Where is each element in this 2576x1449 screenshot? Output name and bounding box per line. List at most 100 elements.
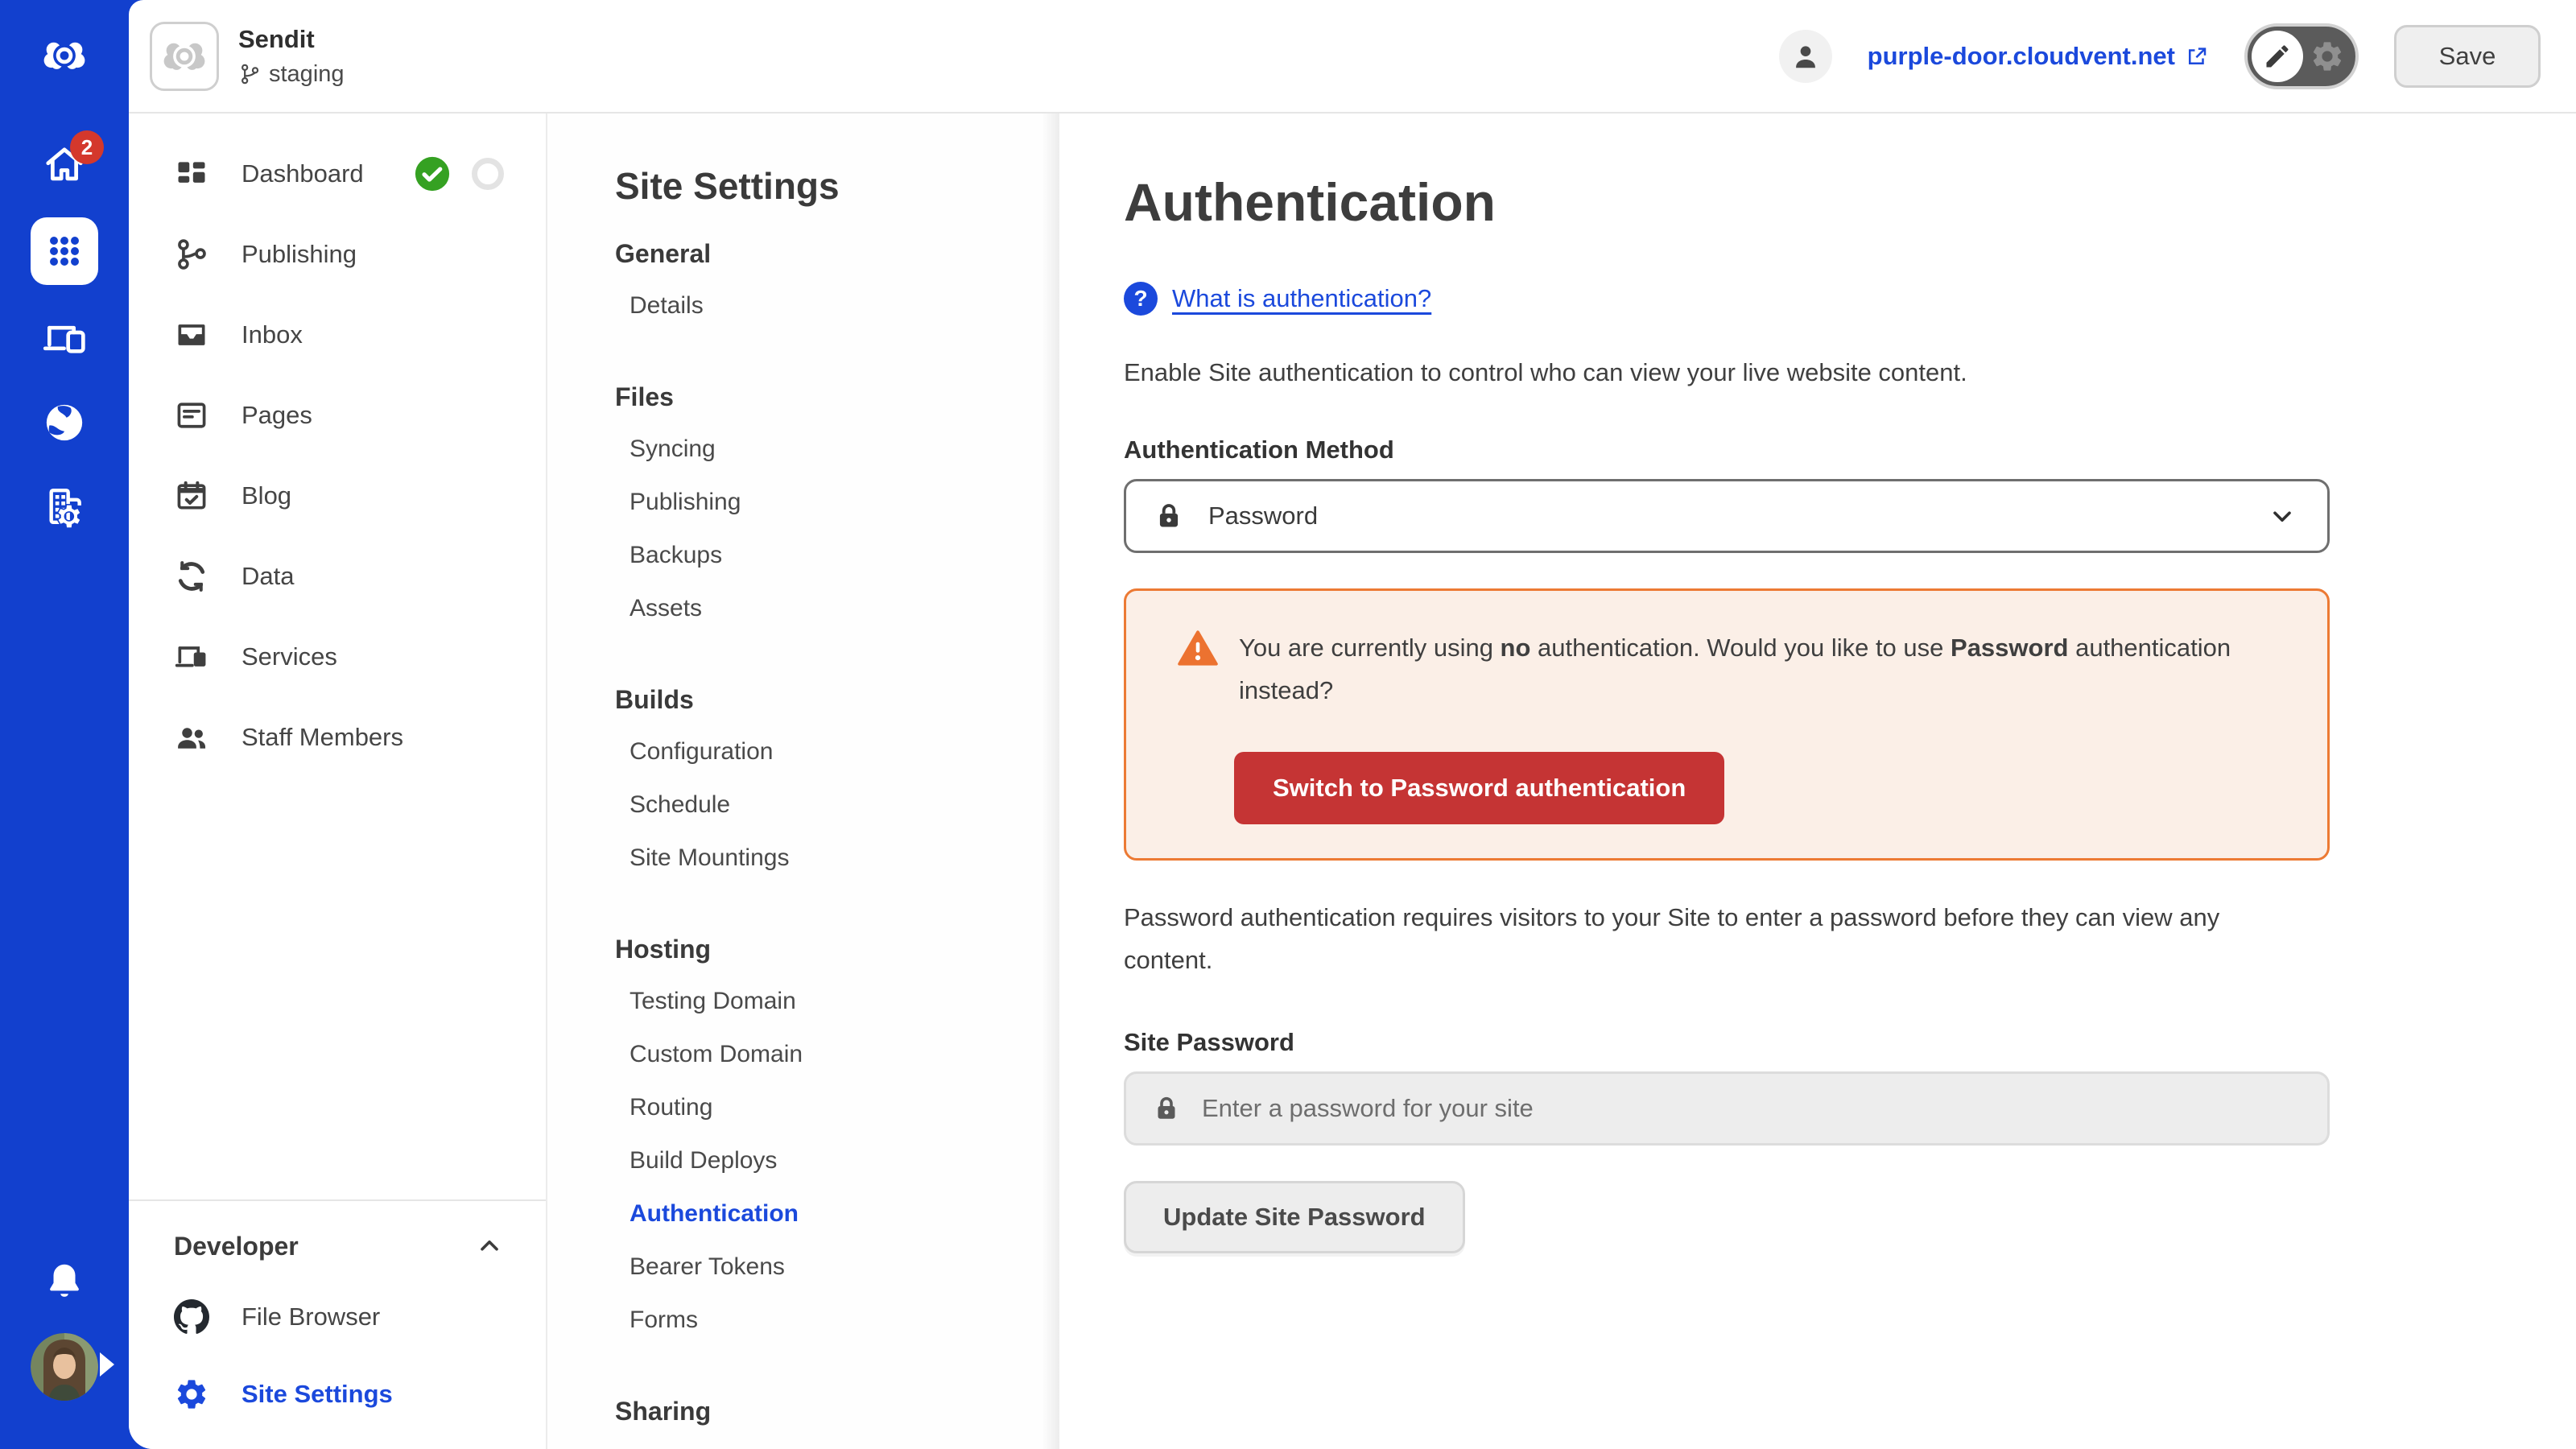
site-name: Sendit bbox=[238, 24, 315, 53]
notification-count-badge: 2 bbox=[70, 130, 104, 164]
build-status-group bbox=[414, 155, 504, 192]
settings-section-heading: Builds bbox=[615, 685, 694, 714]
question-circle-icon: ? bbox=[1124, 282, 1158, 316]
github-icon bbox=[174, 1299, 209, 1335]
authentication-method-select[interactable]: Password bbox=[1124, 479, 2330, 553]
settings-nav-item-forms[interactable]: Forms bbox=[615, 1294, 1027, 1347]
sidebar-item-label: Pages bbox=[242, 401, 312, 429]
sidebar-item-label: Services bbox=[242, 642, 337, 671]
globe-nav-icon[interactable] bbox=[42, 400, 87, 445]
branch-row: staging bbox=[238, 61, 345, 88]
what-is-authentication-link[interactable]: What is authentication? bbox=[1172, 284, 1431, 313]
save-button[interactable]: Save bbox=[2394, 24, 2541, 88]
settings-section-heading: Files bbox=[615, 382, 674, 411]
settings-nav-item-syncing[interactable]: Syncing bbox=[615, 423, 1027, 476]
sidebar-item-site-settings[interactable]: Site Settings bbox=[129, 1356, 546, 1433]
settings-section-general: General Details bbox=[615, 237, 1027, 332]
settings-section-sharing: Sharing bbox=[615, 1395, 1027, 1427]
developer-section: Developer File Browser Site Settings bbox=[129, 1199, 546, 1449]
git-branch-icon bbox=[242, 64, 259, 85]
settings-section-files: Files Syncing Publishing Backups Assets bbox=[615, 381, 1027, 635]
sidebar-item-file-browser[interactable]: File Browser bbox=[129, 1278, 546, 1356]
settings-nav-item-bearer-tokens[interactable]: Bearer Tokens bbox=[615, 1241, 1027, 1294]
lock-icon bbox=[1159, 504, 1179, 527]
sidebar-item-data[interactable]: Data bbox=[129, 536, 546, 617]
sidebar-item-label: Inbox bbox=[242, 320, 303, 349]
settings-nav-item-build-deploys[interactable]: Build Deploys bbox=[615, 1134, 1027, 1187]
sidebar-item-label: Publishing bbox=[242, 240, 357, 268]
settings-section-heading: Hosting bbox=[615, 935, 712, 964]
cloudcannon-logo-icon bbox=[41, 32, 88, 79]
home-nav-icon[interactable]: 2 bbox=[43, 130, 104, 187]
body-row: Dashboard Publishing Inbox Pages Blog Da… bbox=[129, 114, 2576, 1449]
switch-to-password-button[interactable]: Switch to Password authentication bbox=[1234, 752, 1725, 824]
topbar-actions: purple-door.cloudvent.net Save bbox=[1778, 23, 2576, 89]
sync-arrows-icon bbox=[174, 559, 209, 594]
build-pending-icon bbox=[472, 158, 504, 190]
warning-alert: You are currently using no authenticatio… bbox=[1124, 588, 2330, 861]
settings-nav-item-details[interactable]: Details bbox=[615, 279, 1027, 332]
settings-section-heading: Sharing bbox=[615, 1397, 712, 1426]
lock-icon bbox=[1158, 1096, 1175, 1119]
settings-nav-item-custom-domain[interactable]: Custom Domain bbox=[615, 1028, 1027, 1081]
site-password-field-wrap bbox=[1124, 1071, 2330, 1146]
sidebar-item-label: Staff Members bbox=[242, 723, 404, 751]
settings-nav-title: Site Settings bbox=[615, 165, 840, 207]
sidebar-item-blog[interactable]: Blog bbox=[129, 456, 546, 536]
authentication-method-label: Authentication Method bbox=[1124, 436, 1394, 464]
warning-triangle-icon bbox=[1178, 630, 1218, 666]
laptop-device-icon bbox=[174, 639, 209, 675]
settings-nav-item-configuration[interactable]: Configuration bbox=[615, 725, 1027, 778]
main-content: Authentication ? What is authentication?… bbox=[1059, 114, 2576, 1449]
sidebar-expand-arrow-icon[interactable] bbox=[100, 1352, 114, 1377]
dashboard-tiles-icon bbox=[174, 156, 209, 192]
sidebar-item-label: Blog bbox=[242, 481, 292, 510]
sidebar-item-pages[interactable]: Pages bbox=[129, 375, 546, 456]
document-icon bbox=[174, 398, 209, 433]
sidebar-item-staff-members[interactable]: Staff Members bbox=[129, 697, 546, 778]
sidebar-item-dashboard[interactable]: Dashboard bbox=[129, 134, 546, 214]
site-password-input[interactable] bbox=[1202, 1094, 2301, 1123]
settings-nav-item-assets[interactable]: Assets bbox=[615, 582, 1027, 635]
settings-section-hosting: Hosting Testing Domain Custom Domain Rou… bbox=[615, 933, 1027, 1347]
edit-mode-knob bbox=[2252, 30, 2303, 82]
calendar-check-icon bbox=[174, 478, 209, 514]
settings-nav: Site Settings General Details Files Sync… bbox=[547, 114, 1059, 1449]
sidebar-item-inbox[interactable]: Inbox bbox=[129, 295, 546, 375]
live-site-link[interactable]: purple-door.cloudvent.net bbox=[1868, 42, 2209, 71]
settings-nav-item-publishing[interactable]: Publishing bbox=[615, 476, 1027, 529]
settings-nav-item-testing-domain[interactable]: Testing Domain bbox=[615, 975, 1027, 1028]
site-password-label: Site Password bbox=[1124, 1028, 1294, 1056]
gear-mode-icon bbox=[2310, 39, 2345, 74]
warning-text: You are currently using no authenticatio… bbox=[1239, 634, 2231, 704]
sidebar-item-services[interactable]: Services bbox=[129, 617, 546, 697]
build-success-icon bbox=[415, 156, 450, 192]
update-site-password-button[interactable]: Update Site Password bbox=[1124, 1181, 1465, 1253]
site-meta: Sendit staging bbox=[238, 25, 345, 88]
site-sidebar: Dashboard Publishing Inbox Pages Blog Da… bbox=[129, 114, 547, 1449]
authentication-method-value: Password bbox=[1208, 502, 1319, 530]
sidebar-item-label: File Browser bbox=[242, 1302, 381, 1331]
apps-grid-nav-icon[interactable] bbox=[31, 217, 98, 285]
settings-nav-item-schedule[interactable]: Schedule bbox=[615, 778, 1027, 832]
settings-section-heading: General bbox=[615, 239, 712, 268]
user-avatar[interactable] bbox=[31, 1333, 98, 1401]
bell-icon[interactable] bbox=[43, 1259, 86, 1302]
settings-nav-item-routing[interactable]: Routing bbox=[615, 1081, 1027, 1134]
app-panel: Sendit staging purple-door.cloudvent.net bbox=[129, 0, 2576, 1449]
edit-settings-mode-toggle[interactable] bbox=[2244, 23, 2359, 89]
settings-nav-item-site-mountings[interactable]: Site Mountings bbox=[615, 832, 1027, 885]
settings-nav-item-authentication[interactable]: Authentication bbox=[615, 1187, 1027, 1241]
developer-heading[interactable]: Developer bbox=[129, 1214, 546, 1278]
visitor-icon[interactable] bbox=[1778, 29, 1832, 83]
chevron-up-icon bbox=[475, 1232, 504, 1261]
developer-heading-label: Developer bbox=[174, 1231, 299, 1261]
settings-nav-item-backups[interactable]: Backups bbox=[615, 529, 1027, 582]
gear-icon bbox=[174, 1377, 209, 1412]
sidebar-item-publishing[interactable]: Publishing bbox=[129, 214, 546, 295]
organization-nav-icon[interactable] bbox=[42, 484, 87, 529]
page-title: Authentication bbox=[1124, 172, 1496, 232]
devices-nav-icon[interactable] bbox=[42, 316, 87, 361]
git-branch-icon bbox=[174, 237, 209, 272]
pencil-icon bbox=[2266, 44, 2289, 67]
